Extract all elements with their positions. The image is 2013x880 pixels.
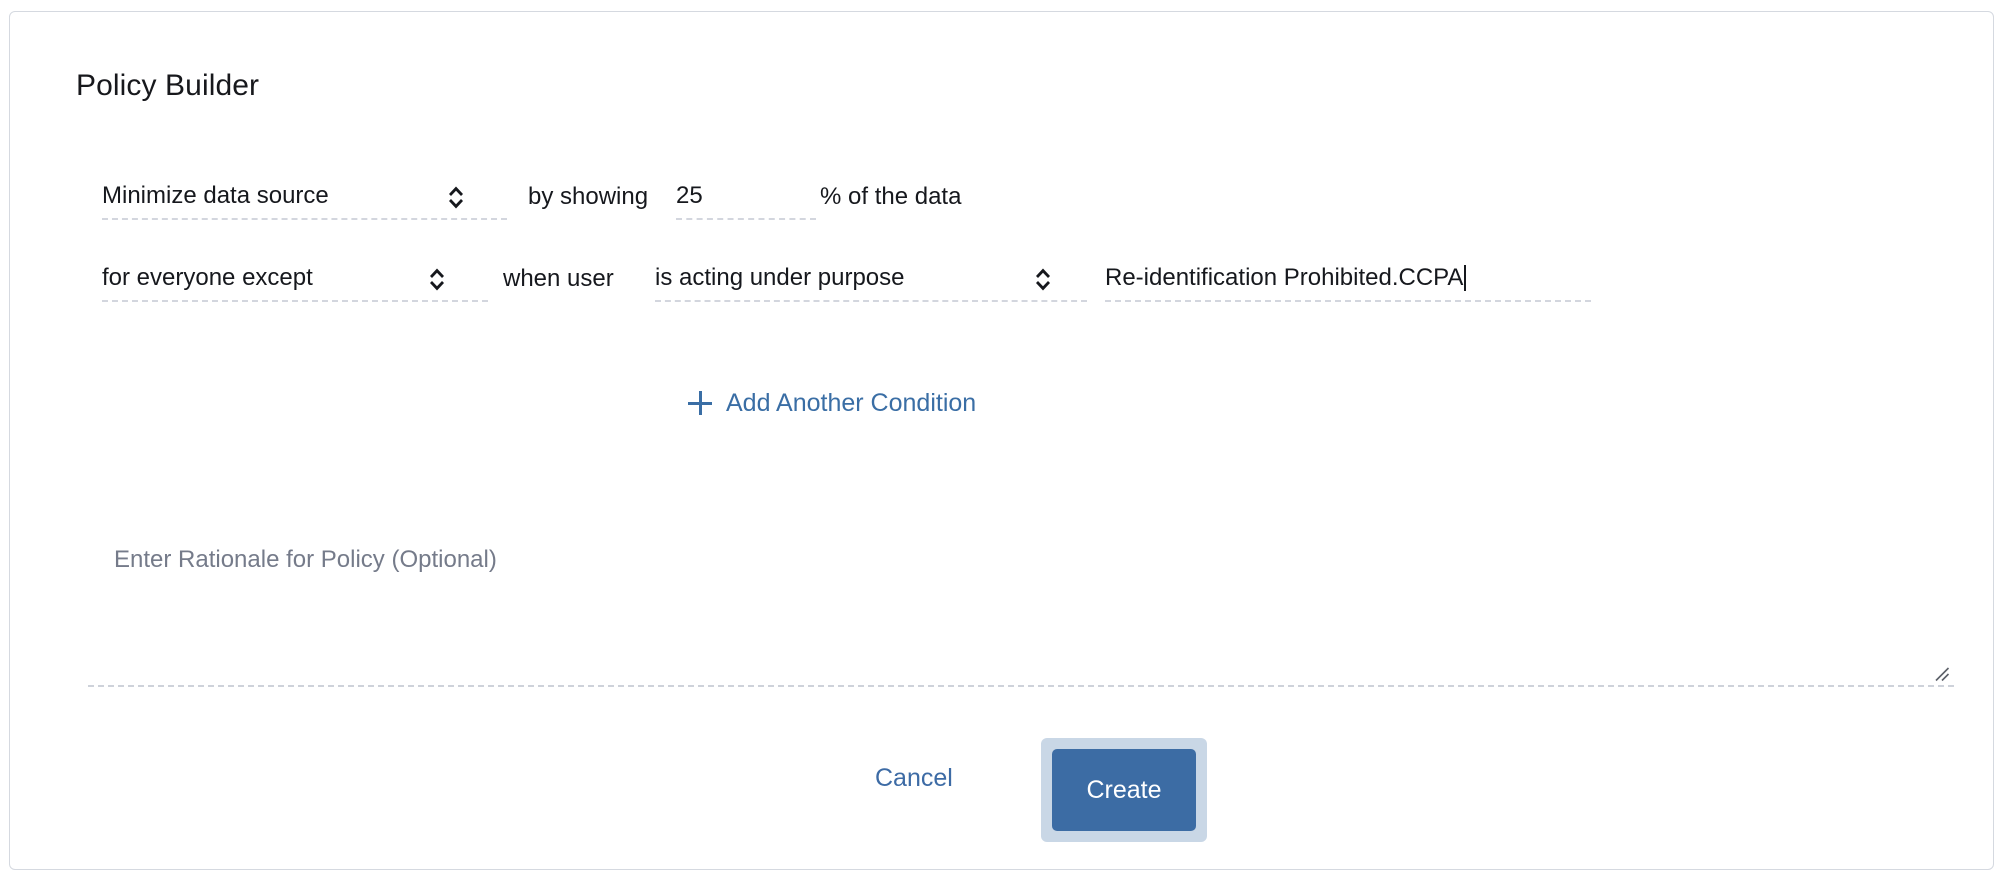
row2-connector-label: when user xyxy=(503,265,614,292)
add-another-condition-label: Add Another Condition xyxy=(726,389,977,417)
action-select-value: Minimize data source xyxy=(102,182,329,209)
dialog-footer: Cancel Create xyxy=(10,734,1993,844)
resize-handle-icon[interactable] xyxy=(1932,664,1950,682)
predicate-select-value: is acting under purpose xyxy=(655,264,905,291)
purpose-input[interactable]: Re-identification Prohibited.CCPA xyxy=(1105,256,1591,302)
plus-icon xyxy=(688,391,712,415)
policy-builder-page: Policy Builder Minimize data source by s… xyxy=(0,0,2013,880)
conditions-list: Minimize data source by showing 25 % of … xyxy=(10,174,1993,338)
policy-builder-card: Policy Builder Minimize data source by s… xyxy=(9,11,1994,870)
chevron-updown-icon[interactable] xyxy=(447,182,465,212)
percentage-input-value: 25 xyxy=(676,182,703,209)
rationale-textarea[interactable]: Enter Rationale for Policy (Optional) xyxy=(88,520,1954,687)
predicate-select[interactable]: is acting under purpose xyxy=(655,256,1087,302)
scope-select-value: for everyone except xyxy=(102,264,313,291)
chevron-updown-icon[interactable] xyxy=(1034,264,1052,294)
add-another-condition-button[interactable]: Add Another Condition xyxy=(688,388,976,418)
row1-suffix-label: % of the data xyxy=(820,183,962,210)
percentage-input[interactable]: 25 xyxy=(676,174,816,220)
text-cursor xyxy=(1464,265,1467,291)
chevron-updown-icon[interactable] xyxy=(428,264,446,294)
create-button[interactable]: Create xyxy=(1052,749,1196,831)
condition-row-1: Minimize data source by showing 25 % of … xyxy=(10,174,1993,256)
condition-row-2: for everyone except when user is acting … xyxy=(10,256,1993,338)
rationale-placeholder: Enter Rationale for Policy (Optional) xyxy=(114,546,497,573)
row1-connector-label: by showing xyxy=(528,183,649,210)
purpose-input-value: Re-identification Prohibited.CCPA xyxy=(1105,264,1464,291)
create-button-focus-ring: Create xyxy=(1041,738,1207,842)
page-title: Policy Builder xyxy=(76,69,260,102)
cancel-button[interactable]: Cancel xyxy=(865,757,963,799)
